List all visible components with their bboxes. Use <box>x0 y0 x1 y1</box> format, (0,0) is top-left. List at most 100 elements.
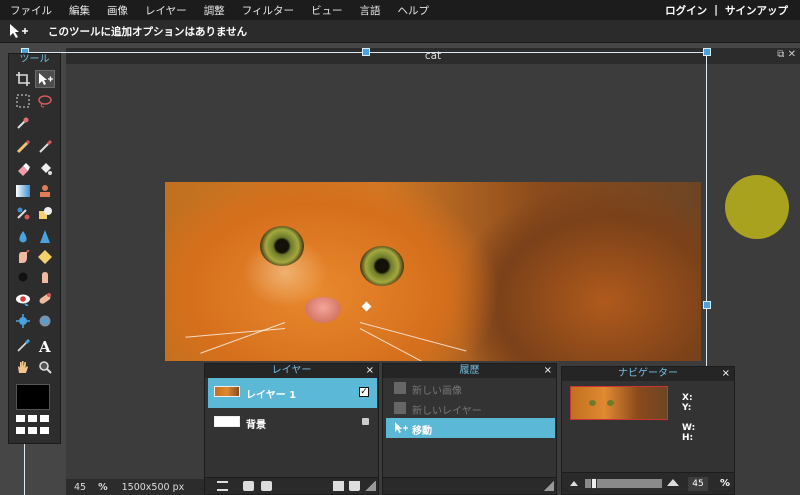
bucket-icon[interactable] <box>35 160 55 178</box>
sharpen-icon[interactable] <box>35 228 55 246</box>
zoom-slider-handle[interactable] <box>591 478 597 489</box>
zoom-in-icon[interactable] <box>667 479 679 486</box>
account-separator: | <box>714 4 718 16</box>
status-zoom-unit: % <box>98 481 108 493</box>
new-layer-icon <box>394 402 406 414</box>
signup-link[interactable]: サインアップ <box>725 3 788 18</box>
panel-resize-icon[interactable] <box>543 481 554 491</box>
text-icon[interactable]: A <box>35 337 55 355</box>
transform-handle-mr[interactable] <box>703 301 711 309</box>
layer-visibility-checkbox[interactable]: ✓ <box>359 387 369 397</box>
history-item-selected[interactable]: 移動 <box>386 418 555 438</box>
sponge-icon[interactable] <box>35 248 55 266</box>
zoom-icon[interactable] <box>35 358 55 376</box>
navigator-panel: ナビゲーター × X: Y: W: H: 45 % <box>561 366 735 495</box>
layer-thumbnail <box>214 386 240 397</box>
zoom-slider[interactable] <box>585 478 662 489</box>
status-dimensions: 1500x500 px <box>121 481 185 493</box>
move-icon <box>394 422 408 434</box>
menu-help[interactable]: ヘルプ <box>397 3 429 18</box>
stamp-icon[interactable] <box>35 182 55 200</box>
wand-icon[interactable] <box>13 114 33 132</box>
login-link[interactable]: ログイン <box>665 3 707 18</box>
navigator-zoom-input[interactable]: 45 <box>688 477 708 491</box>
layer-row-1[interactable]: レイヤー 1 ✓ <box>208 378 377 408</box>
navigator-y-label: Y: <box>682 403 692 413</box>
menu-layer[interactable]: レイヤー <box>145 3 187 18</box>
gradient-icon[interactable] <box>13 182 33 200</box>
history-close-button[interactable]: × <box>544 364 552 378</box>
menu-view[interactable]: ビュー <box>311 3 343 18</box>
navigator-h-label: H: <box>682 433 694 443</box>
hand-icon[interactable] <box>13 358 33 376</box>
color-replace-icon[interactable] <box>13 204 33 222</box>
crop-icon[interactable] <box>13 70 33 88</box>
dodge-icon[interactable] <box>13 268 33 286</box>
lasso-icon[interactable] <box>35 92 55 110</box>
layer-name[interactable]: レイヤー 1 <box>246 386 296 401</box>
new-layer-icon[interactable] <box>333 481 344 491</box>
layer-name[interactable]: 背景 <box>246 416 266 431</box>
redeye-icon[interactable] <box>13 290 33 308</box>
panel-layout-icon[interactable] <box>16 415 50 437</box>
bloat-icon[interactable] <box>13 312 33 330</box>
picker-icon[interactable] <box>13 337 33 355</box>
navigator-w-label: W: <box>682 423 696 433</box>
transform-handle-tr[interactable] <box>703 48 711 56</box>
cat-image[interactable] <box>165 182 701 361</box>
navigator-thumbnail[interactable] <box>570 386 668 420</box>
history-item-label: 新しいレイヤー <box>412 406 482 417</box>
menu-image[interactable]: 画像 <box>107 3 128 18</box>
pencil-icon[interactable] <box>13 138 33 156</box>
yellow-circle <box>725 175 789 239</box>
layers-close-button[interactable]: × <box>366 364 374 378</box>
history-footer <box>383 477 556 494</box>
status-bar: 45 % 1500x500 px <box>66 479 206 495</box>
canvas-title: cat <box>66 48 800 64</box>
delete-layer-icon[interactable] <box>349 481 360 491</box>
history-item[interactable]: 新しいレイヤー <box>386 398 555 418</box>
spot-heal-icon[interactable] <box>35 290 55 308</box>
whisker <box>185 328 286 338</box>
status-zoom[interactable]: 45 <box>74 482 86 493</box>
options-message: このツールに追加オプションはありません <box>48 25 248 38</box>
burn-icon[interactable] <box>35 268 55 286</box>
history-title: 履歴 <box>383 364 556 378</box>
blur-icon[interactable] <box>13 228 33 246</box>
layer-mask-icon[interactable] <box>243 481 254 491</box>
navigator-close-button[interactable]: × <box>722 367 730 381</box>
layers-footer <box>205 477 378 494</box>
navigator-x-label: X: <box>682 393 693 403</box>
layer-settings-icon[interactable] <box>217 481 228 491</box>
menu-language[interactable]: 言語 <box>359 3 380 18</box>
menu-filter[interactable]: フィルター <box>242 3 294 18</box>
cat-nose <box>305 297 341 323</box>
center-pivot-icon[interactable] <box>361 301 372 312</box>
menu-edit[interactable]: 編集 <box>69 3 90 18</box>
layer-style-icon[interactable] <box>261 481 272 491</box>
whisker <box>200 322 286 354</box>
smudge-icon[interactable] <box>13 248 33 266</box>
marquee-icon[interactable] <box>13 92 33 110</box>
shape-icon[interactable] <box>35 204 55 222</box>
pinch-icon[interactable] <box>35 312 55 330</box>
transform-handle-tm[interactable] <box>362 48 370 56</box>
layers-panel: レイヤー × レイヤー 1 ✓ 背景 <box>204 363 379 495</box>
brush-icon[interactable] <box>35 138 55 156</box>
cat-eye-right <box>607 400 614 406</box>
history-item-label: 移動 <box>412 426 432 437</box>
layer-row-background[interactable]: 背景 <box>208 408 377 438</box>
cat-eye-right <box>360 246 404 286</box>
foreground-color-swatch[interactable] <box>16 384 50 410</box>
zoom-out-icon[interactable] <box>570 481 578 486</box>
history-item[interactable]: 新しい画像 <box>386 378 555 398</box>
panel-resize-icon[interactable] <box>365 481 376 491</box>
menu-bar: ファイル 編集 画像 レイヤー 調整 フィルター ビュー 言語 ヘルプ ログイン… <box>0 0 800 20</box>
whisker <box>359 328 467 361</box>
menu-adjust[interactable]: 調整 <box>204 3 225 18</box>
menu-file[interactable]: ファイル <box>10 3 52 18</box>
move-icon[interactable] <box>35 70 55 88</box>
layers-title: レイヤー <box>205 364 378 378</box>
eraser-icon[interactable] <box>13 160 33 178</box>
window-controls[interactable]: ⧉ ✕ <box>777 49 796 60</box>
